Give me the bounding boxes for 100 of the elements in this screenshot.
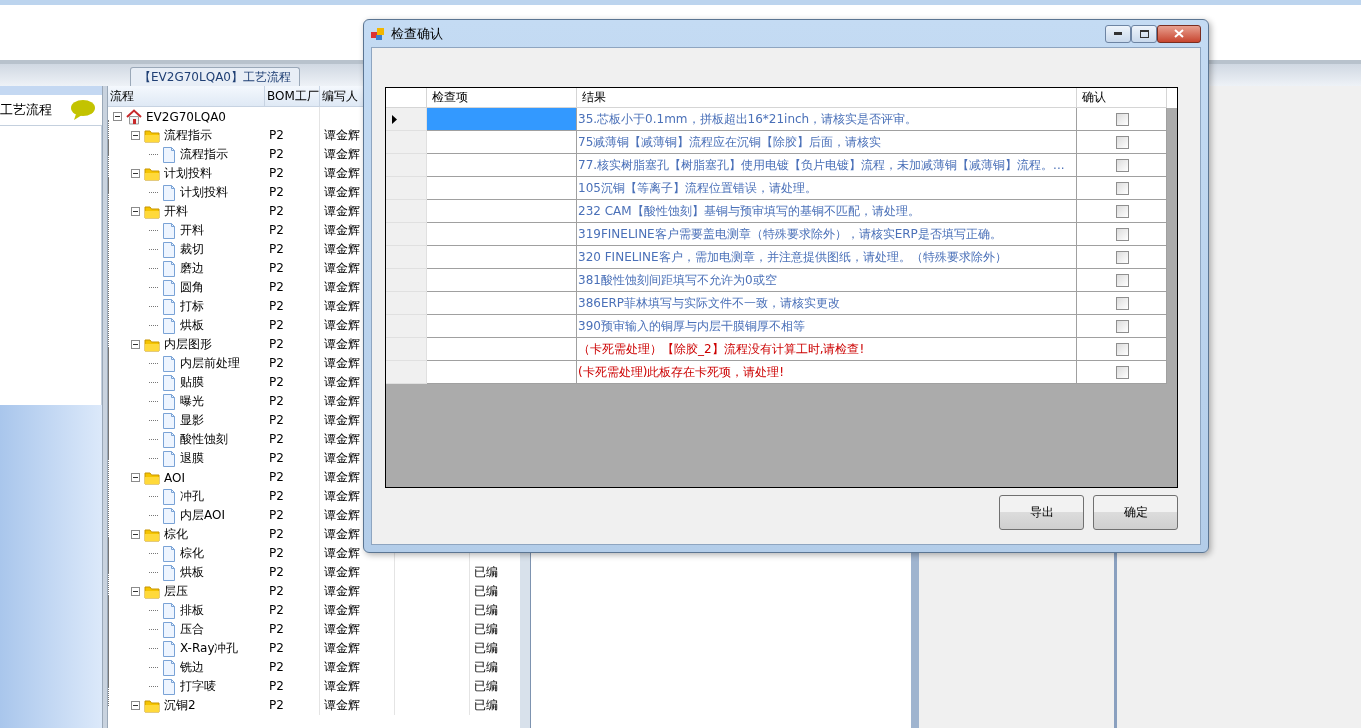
tree-node-label[interactable]: EV2G70LQA0 [146,109,226,124]
table-cell: 谭金辉 [324,337,360,351]
tree-node-label[interactable]: X-Ray冲孔 [180,640,239,657]
tree-node-label[interactable]: 打字唛 [180,678,216,695]
table-cell: 谭金辉 [324,166,360,180]
tree-node-label[interactable]: 烘板 [180,317,204,334]
tree-node-label[interactable]: 计划投料 [180,184,228,201]
column-header[interactable]: BOM工厂 [265,86,320,106]
checkbox[interactable] [1115,135,1129,149]
checkbox[interactable] [1115,112,1129,126]
checkbox[interactable] [1115,319,1129,333]
document-icon [162,564,176,581]
tree-node-label[interactable]: 显影 [180,412,204,429]
table-cell: P2 [269,204,284,218]
tree-node-label[interactable]: 流程指示 [180,146,228,163]
collapse-toggle[interactable] [131,587,140,596]
tree-node-label[interactable]: 贴膜 [180,374,204,391]
collapse-toggle[interactable] [131,131,140,140]
document-icon [162,507,176,524]
checkbox[interactable] [1115,227,1129,241]
tree-node-label[interactable]: 磨边 [180,260,204,277]
tree-node-label[interactable]: 开料 [180,222,204,239]
collapse-toggle[interactable] [131,207,140,216]
maximize-button[interactable] [1131,24,1157,43]
tree-node-label[interactable]: 开料 [164,203,188,220]
table-cell[interactable] [427,200,577,223]
collapse-toggle[interactable] [131,340,140,349]
table-cell: 谭金辉 [324,242,360,256]
checkbox[interactable] [1115,365,1129,379]
table-cell[interactable] [427,108,577,131]
checkbox[interactable] [1115,204,1129,218]
folder-icon [144,166,160,181]
tree-node-label[interactable]: 铣边 [180,659,204,676]
table-cell: P2 [269,603,284,617]
collapse-toggle[interactable] [131,169,140,178]
table-cell[interactable] [427,246,577,269]
document-icon [162,146,176,163]
tree-node-label[interactable]: 流程指示 [164,127,212,144]
table-cell[interactable] [427,154,577,177]
table-cell[interactable] [427,338,577,361]
document-icon [162,640,176,657]
tree-node-label[interactable]: 圆角 [180,279,204,296]
tree-node-label[interactable]: 冲孔 [180,488,204,505]
collapse-toggle[interactable] [131,473,140,482]
document-icon [162,317,176,334]
close-button[interactable] [1157,24,1201,43]
table-cell: 已编 [474,698,498,712]
table-cell[interactable] [427,223,577,246]
collapse-toggle[interactable] [113,112,122,121]
table-cell: P2 [269,413,284,427]
result-text: 75减薄铜【减薄铜】流程应在沉铜【除胶】后面，请核实 [578,135,882,149]
result-text: 232 CAM【酸性蚀刻】基铜与预审填写的基铜不匹配，请处理。 [578,204,920,218]
checkbox[interactable] [1115,342,1129,356]
row-header[interactable] [386,108,427,131]
folder-icon [144,470,160,485]
collapse-toggle[interactable] [131,701,140,710]
tree-node-label[interactable]: 沉铜2 [164,697,196,714]
table-cell[interactable] [427,292,577,315]
checkbox[interactable] [1115,181,1129,195]
tree-node-label[interactable]: 内层AOI [180,507,225,524]
tree-node-label[interactable]: 酸性蚀刻 [180,431,228,448]
dialog-button[interactable]: 确定 [1093,495,1178,530]
table-cell[interactable] [427,269,577,292]
tree-node-label[interactable]: 打标 [180,298,204,315]
collapse-toggle[interactable] [131,530,140,539]
tree-node-label[interactable]: 层压 [164,583,188,600]
tree-node-label[interactable]: 烘板 [180,564,204,581]
table-cell: P2 [269,337,284,351]
tree-node-label[interactable]: 曝光 [180,393,204,410]
tree-node-label[interactable]: 压合 [180,621,204,638]
table-cell[interactable] [427,177,577,200]
table-cell: 谭金辉 [324,698,360,712]
document-icon [162,241,176,258]
checkbox[interactable] [1115,273,1129,287]
table-cell[interactable] [427,131,577,154]
table-cell[interactable] [427,315,577,338]
table-cell[interactable] [427,361,577,384]
checkbox[interactable] [1115,250,1129,264]
document-icon [162,279,176,296]
column-header[interactable]: 流程 [108,86,265,106]
checkbox[interactable] [1115,296,1129,310]
tree-node-label[interactable]: 棕化 [164,526,188,543]
table-cell: P2 [269,375,284,389]
tree-node-label[interactable]: 排板 [180,602,204,619]
dialog-button[interactable]: 导出 [999,495,1084,530]
result-text: 105沉铜【等离子】流程位置错误，请处理。 [578,181,817,195]
tree-node-label[interactable]: 棕化 [180,545,204,562]
tree-node-label[interactable]: 计划投料 [164,165,212,182]
tree-node-label[interactable]: AOI [164,470,185,485]
tree-node-label[interactable]: 裁切 [180,241,204,258]
minimize-button[interactable] [1105,24,1131,43]
document-icon [162,545,176,562]
tree-node-label[interactable]: 退膜 [180,450,204,467]
tree-node-label[interactable]: 内层图形 [164,336,212,353]
tab[interactable]: 【EV2G70LQA0】工艺流程 [130,67,300,86]
table-cell: 谭金辉 [324,261,360,275]
checkbox[interactable] [1115,158,1129,172]
table-cell: 谭金辉 [324,413,360,427]
table-cell: P2 [269,565,284,579]
tree-node-label[interactable]: 内层前处理 [180,355,240,372]
